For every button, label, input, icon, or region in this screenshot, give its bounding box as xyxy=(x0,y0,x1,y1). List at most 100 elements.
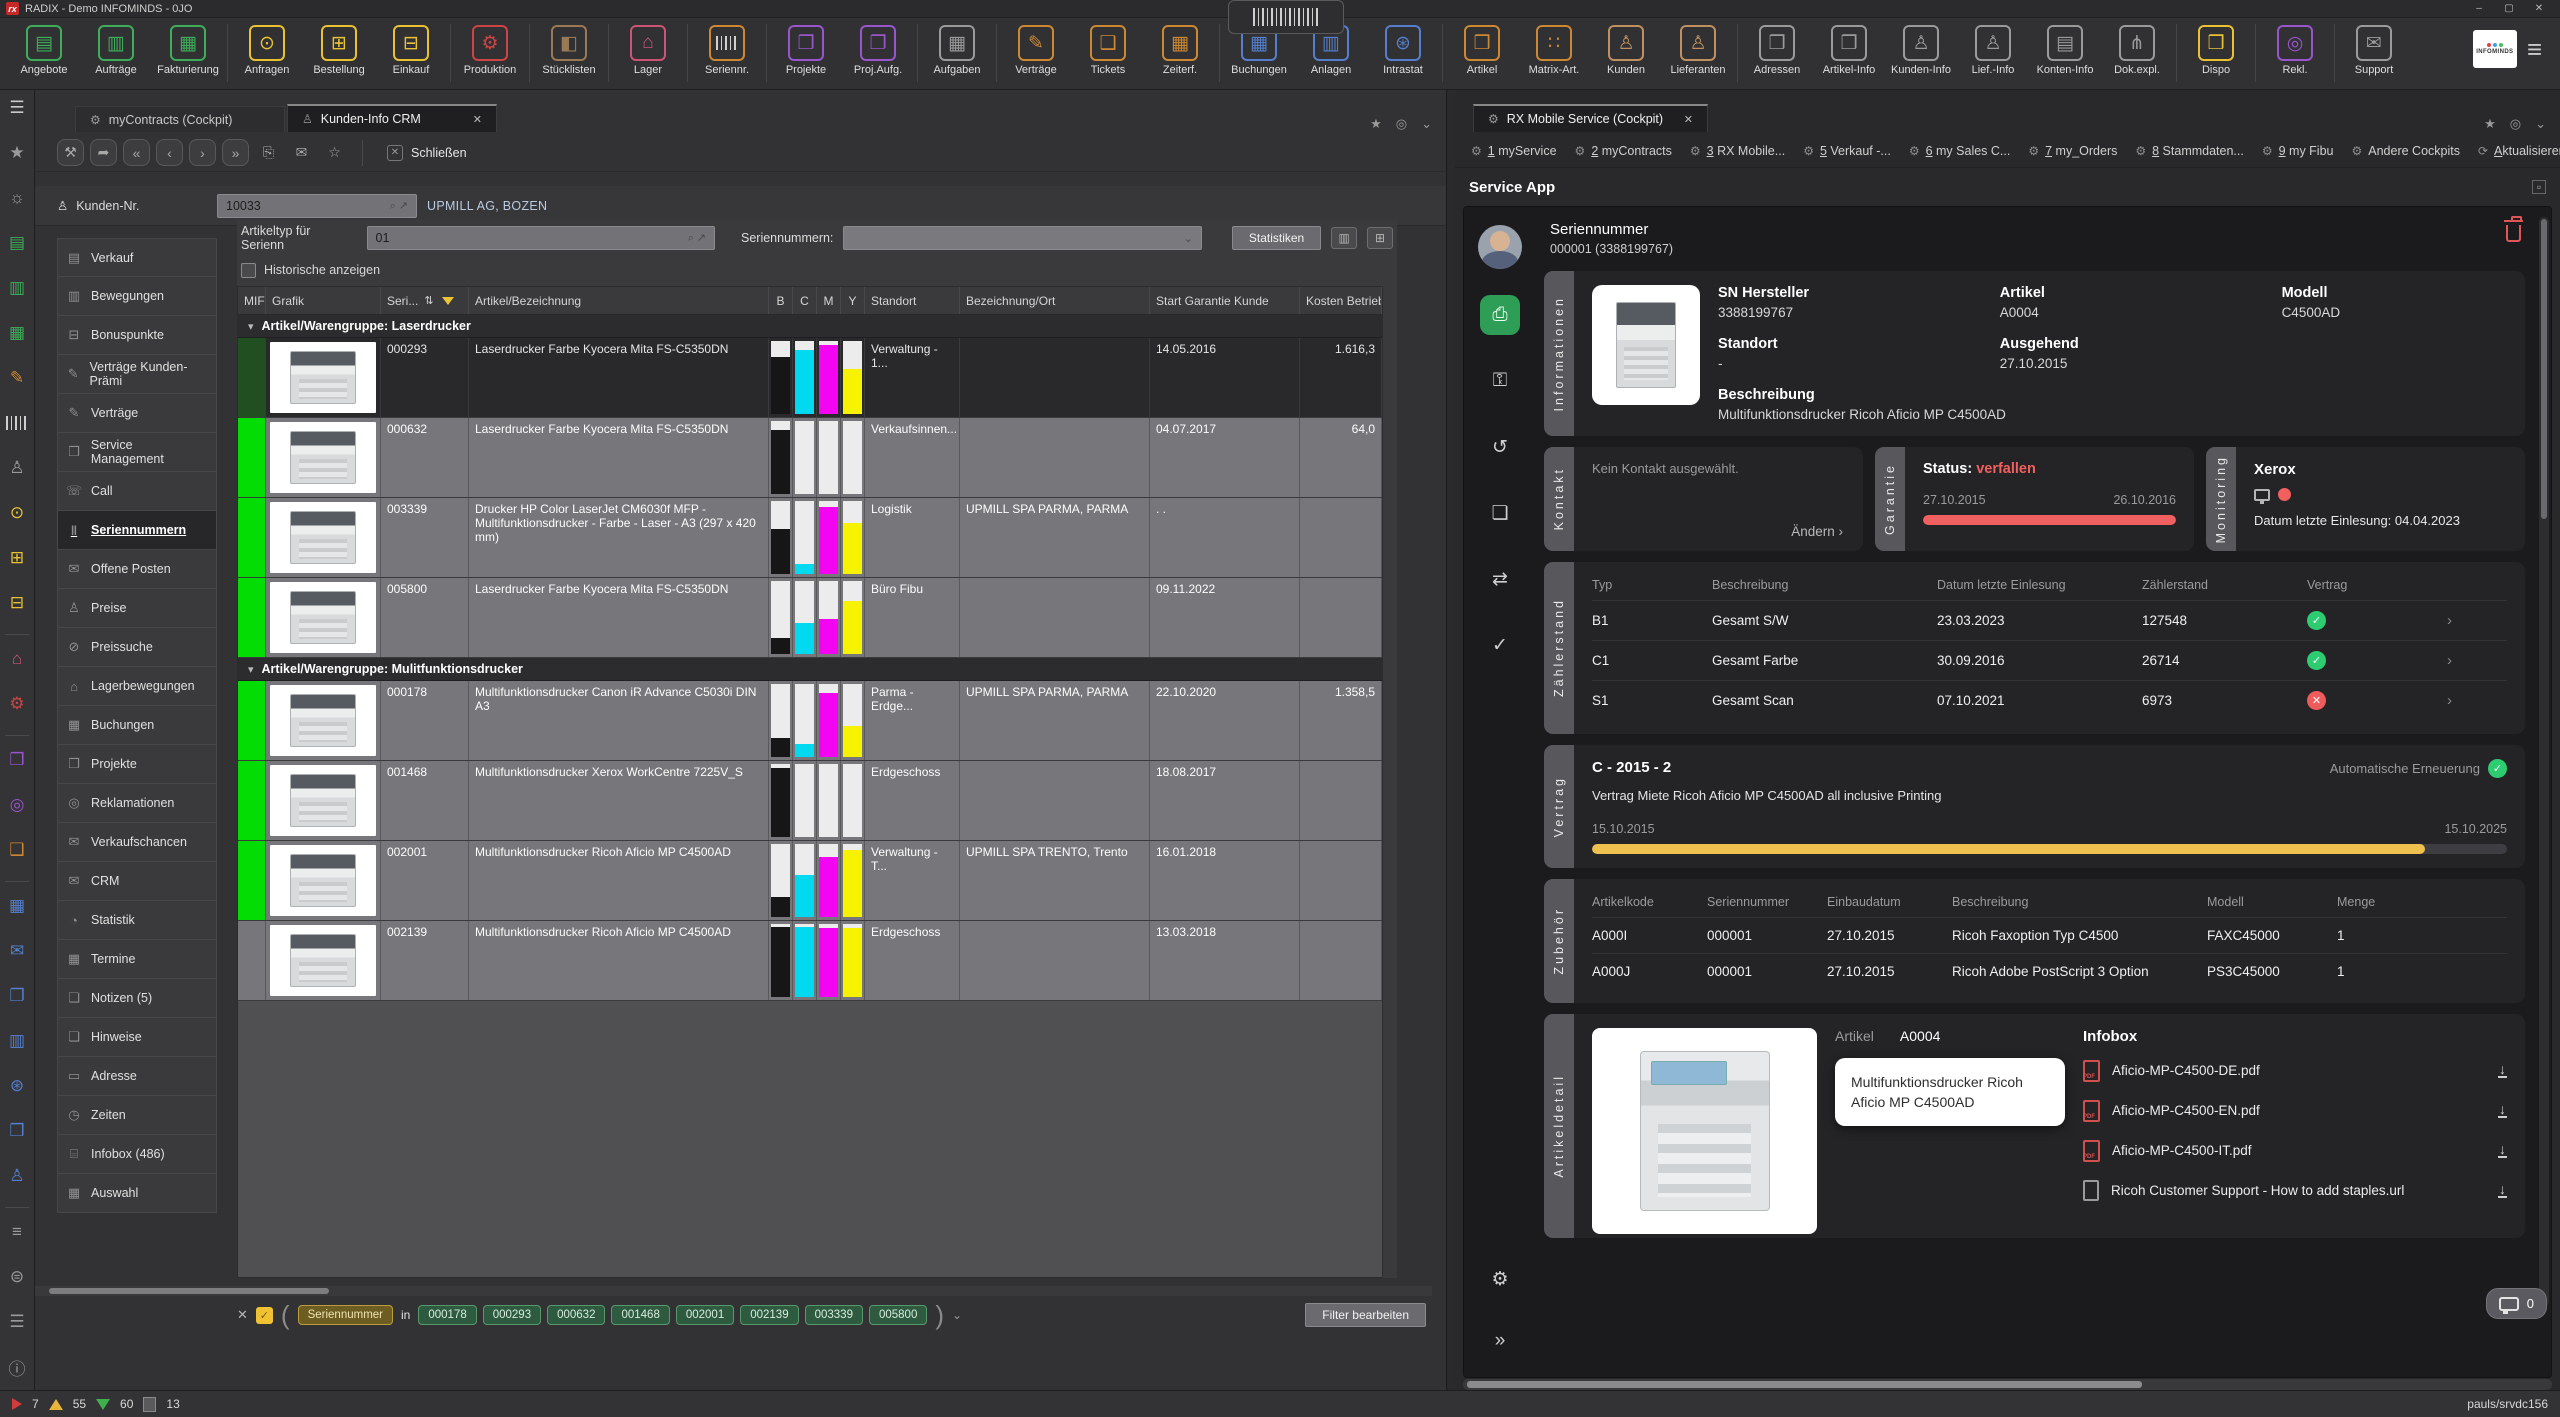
column-header-y[interactable]: Y xyxy=(841,287,865,314)
nav-item-9-my-fibu[interactable]: ⚙9 my Fibu xyxy=(2262,144,2334,158)
column-header-bezeichnung-ort[interactable]: Bezeichnung/Ort xyxy=(960,287,1150,314)
sidebar-item-infobox-486-[interactable]: ⌸Infobox (486) xyxy=(57,1135,217,1174)
toolbar-item-einkauf[interactable]: ⊟Einkauf xyxy=(375,22,447,82)
toolbar-item-dispo[interactable]: ❒Dispo xyxy=(2180,22,2252,82)
kontakt-tab[interactable]: Kontakt xyxy=(1544,447,1574,551)
infobox-file[interactable]: Ricoh Customer Support - How to add stap… xyxy=(2083,1171,2507,1210)
artikeldetail-tab[interactable]: Artikeldetail xyxy=(1544,1014,1574,1238)
zubehoer-row[interactable]: A000I00000127.10.2015Ricoh Faxoption Typ… xyxy=(1592,917,2507,953)
sidebar-item-verkaufschancen[interactable]: ✉Verkaufschancen xyxy=(57,823,217,862)
seriennummern-combo[interactable]: ⌄ xyxy=(843,226,1201,250)
sidebar-item-crm[interactable]: ✉CRM xyxy=(57,862,217,901)
toolbar-item-adressen[interactable]: ❒Adressen xyxy=(1741,22,1813,82)
lock-icon[interactable]: ⚿ xyxy=(1480,361,1520,401)
pin-icon[interactable]: ★ xyxy=(2484,116,2496,132)
sidebar-item-preise[interactable]: ♙Preise xyxy=(57,589,217,628)
strip-icon[interactable]: ★ xyxy=(1370,116,1382,132)
rail-item-menu[interactable]: ☰ xyxy=(3,94,31,122)
kunden-nr-input[interactable]: 10033 ⌕ ↗ xyxy=(217,194,417,218)
informationen-tab[interactable]: Informationen xyxy=(1544,271,1574,436)
vertical-scrollbar[interactable] xyxy=(2539,217,2549,1307)
sidebar-item-call[interactable]: ☏Call xyxy=(57,472,217,511)
rail-item-lager[interactable]: ⌂ xyxy=(3,645,31,673)
filter-value-chip[interactable]: 000178 xyxy=(418,1305,476,1325)
run-icon[interactable] xyxy=(12,1398,22,1410)
column-header-mif[interactable]: MIF xyxy=(238,287,266,314)
toolbar-item-lief-info[interactable]: ♙Lief.-Info xyxy=(1957,22,2029,82)
expand-icon[interactable]: ▫ xyxy=(2532,180,2546,194)
column-header-grafik[interactable]: Grafik xyxy=(266,287,381,314)
toolbar-item-lieferanten[interactable]: ♙Lieferanten xyxy=(1662,22,1734,82)
rail-item-bestellung[interactable]: ⊞ xyxy=(3,544,31,572)
sidebar-item-statistik[interactable]: ◔Statistik xyxy=(57,901,217,940)
filter-value-chip[interactable]: 002139 xyxy=(740,1305,798,1325)
toolbar-item-matrix-art[interactable]: ∷Matrix-Art. xyxy=(1518,22,1590,82)
last-record-icon[interactable]: » xyxy=(222,139,249,166)
rail-item-kunden-info[interactable]: ♙ xyxy=(3,1162,31,1190)
sidebar-item-vertr-ge[interactable]: ✎Verträge xyxy=(57,394,217,433)
contact-card-icon[interactable]: ❏ xyxy=(1480,493,1520,533)
sidebar-item-reklamationen[interactable]: ◎Reklamationen xyxy=(57,784,217,823)
zubehoer-tab[interactable]: Zubehör xyxy=(1544,879,1574,1003)
toolbar-item-kunden-info[interactable]: ♙Kunden-Info xyxy=(1885,22,1957,82)
toolbar-item-stuecklisten[interactable]: ◧Stücklisten xyxy=(533,22,605,82)
row-chevron-icon[interactable]: › xyxy=(2422,612,2452,629)
toolbar-item-bestellung[interactable]: ⊞Bestellung xyxy=(303,22,375,82)
rail-item-produktion[interactable]: ⚙ xyxy=(3,690,31,718)
rail-item-anlagen[interactable]: ▥ xyxy=(3,1027,31,1055)
sidebar-item-verkauf[interactable]: ▤Verkauf xyxy=(57,238,217,277)
toolbar-item-dok-expl[interactable]: ⋔Dok.expl. xyxy=(2101,22,2173,82)
rail-item-projekte[interactable]: ❒ xyxy=(3,746,31,774)
nav-item-7-my-orders[interactable]: ⚙7 my_Orders xyxy=(2028,144,2117,158)
table-header[interactable]: MIFGrafikSeri...⇅Artikel/BezeichnungBCMY… xyxy=(238,287,1382,315)
filter-value-chip[interactable]: 003339 xyxy=(805,1305,863,1325)
rail-item-vertraege[interactable]: ✎ xyxy=(3,364,31,392)
sidebar-item-termine[interactable]: ▦Termine xyxy=(57,940,217,979)
toolbar-item-tickets[interactable]: ❑Tickets xyxy=(1072,22,1144,82)
toolbar-item-artikel[interactable]: ❒Artikel xyxy=(1446,22,1518,82)
download-icon[interactable]: ↓ xyxy=(2498,1183,2507,1198)
rail-item-fakturierung[interactable]: ▦ xyxy=(3,319,31,347)
table-row[interactable]: 000178Multifunktionsdrucker Canon iR Adv… xyxy=(238,681,1382,761)
nav-item-5-verkauf-[interactable]: ⚙5 Verkauf -... xyxy=(1803,144,1891,158)
strip-icon[interactable]: ◎ xyxy=(1396,116,1407,132)
row-chevron-icon[interactable]: › xyxy=(2422,692,2452,709)
rail-item-modell770[interactable]: ❒ xyxy=(3,1117,31,1145)
sidebar-item-seriennummern[interactable]: ‖Seriennummern xyxy=(57,511,217,550)
nav-item-2-mycontracts[interactable]: ⚙2 myContracts xyxy=(1575,144,1672,158)
filter-value-chip[interactable]: 000632 xyxy=(547,1305,605,1325)
tab-rx-mobile-service[interactable]: ⚙ RX Mobile Service (Cockpit) ✕ xyxy=(1473,104,1708,132)
column-header-start-garantie-kunde[interactable]: Start Garantie Kunde xyxy=(1150,287,1300,314)
column-header-kosten-betrieb[interactable]: Kosten Betrieb xyxy=(1300,287,1382,314)
zaehler-row[interactable]: C1Gesamt Farbe30.09.201626714✓› xyxy=(1592,640,2507,680)
column-header-artikel-bezeichnung[interactable]: Artikel/Bezeichnung xyxy=(469,287,769,314)
forward-icon[interactable]: ➦ xyxy=(90,139,117,166)
download-icon[interactable]: ↓ xyxy=(2498,1103,2507,1118)
search-icon[interactable]: ⌕ ↗ xyxy=(680,231,706,245)
filter-value-chip[interactable]: 000293 xyxy=(483,1305,541,1325)
download-icon[interactable] xyxy=(96,1399,110,1410)
download-icon[interactable]: ↓ xyxy=(2498,1063,2507,1078)
toolbar-item-support[interactable]: ✉Support xyxy=(2338,22,2410,82)
rail-item-favorites[interactable]: ★ xyxy=(3,139,31,167)
artikeltyp-input[interactable]: 01 ⌕ ↗ xyxy=(367,226,716,250)
rail-item-info[interactable]: ⓘ xyxy=(3,1353,31,1381)
maximize-button[interactable]: ▢ xyxy=(2494,1,2524,17)
toolbar-item-lager[interactable]: ⌂Lager xyxy=(612,22,684,82)
horizontal-scrollbar[interactable] xyxy=(1463,1379,2552,1390)
rail-item-auftraege[interactable]: ▥ xyxy=(3,274,31,302)
printer-section-icon[interactable]: ⎙ xyxy=(1480,295,1520,335)
sidebar-item-projekte[interactable]: ❒Projekte xyxy=(57,745,217,784)
filter-value-chip[interactable]: 001468 xyxy=(611,1305,669,1325)
minimize-button[interactable]: – xyxy=(2464,1,2494,17)
menu-icon[interactable]: ≡ xyxy=(2527,39,2542,59)
sidebar-item-service-management[interactable]: ❒Service Management xyxy=(57,433,217,472)
row-chevron-icon[interactable]: › xyxy=(2422,652,2452,669)
sidebar-item-offene-posten[interactable]: ✉Offene Posten xyxy=(57,550,217,589)
nav-item-andere-cockpits[interactable]: ⚙Andere Cockpits xyxy=(2352,144,2460,158)
toolbar-item-proj-aufg[interactable]: ❐Proj.Aufg. xyxy=(842,22,914,82)
vertrag-tab[interactable]: Vertrag xyxy=(1544,745,1574,868)
rail-item-dispo[interactable]: ⊜ xyxy=(3,1263,31,1291)
filter-value-chip[interactable]: 002001 xyxy=(676,1305,734,1325)
column-header-b[interactable]: B xyxy=(769,287,793,314)
